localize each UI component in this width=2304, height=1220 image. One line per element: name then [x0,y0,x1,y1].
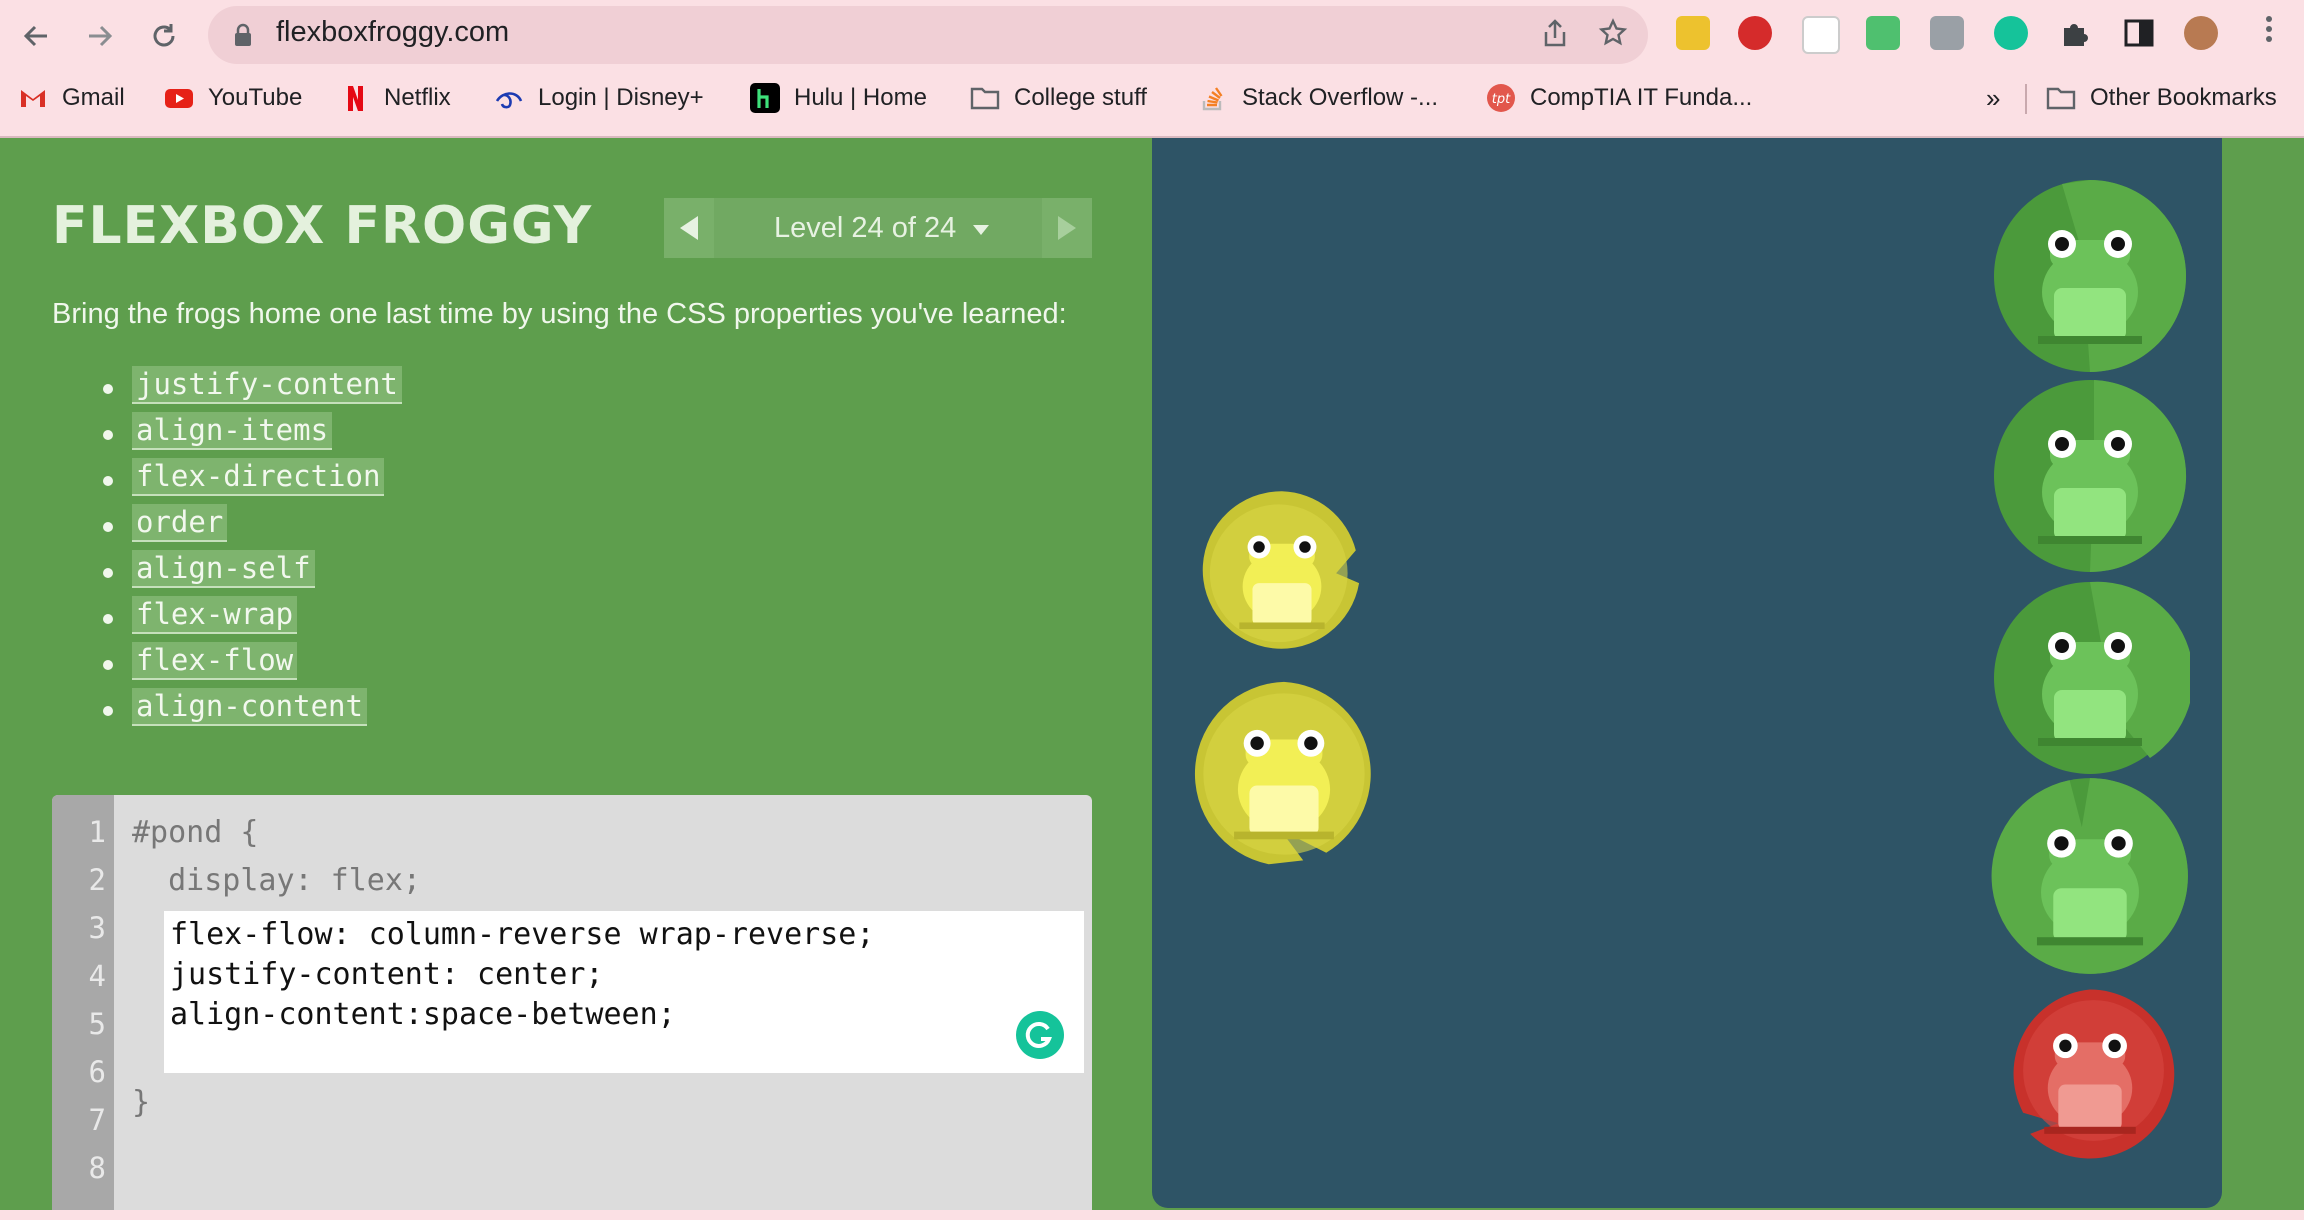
yellow-frog-icon [1202,491,1360,649]
bookmark-comptia[interactable]: tpt CompTIA IT Funda... [1486,80,1752,116]
code-line-closing-brace: } [132,1085,151,1120]
adblock-plus-icon[interactable] [1738,16,1772,50]
level-label[interactable]: Level 24 of 24 [774,212,956,245]
hulu-icon [750,83,780,113]
netflix-icon [348,86,363,111]
other-bookmarks-button[interactable]: Other Bookmarks [2046,80,2277,116]
bookmark-gmail[interactable]: Gmail [18,80,125,116]
browser-toolbar: flexboxfroggy.com Gmail YouTube Netflix … [0,0,2304,138]
stackoverflow-icon [1202,87,1223,111]
disney-plus-icon [495,92,523,109]
property-link[interactable]: flex-flow [132,642,298,680]
triangle-left-icon [680,216,698,240]
bookmark-netflix[interactable]: Netflix [340,80,451,116]
svg-text:tpt: tpt [1492,92,1511,107]
input-line: align-content:space-between; [170,997,676,1032]
bookmark-label: Other Bookmarks [2090,84,2277,111]
comptia-icon: tpt [1487,84,1515,112]
property-link[interactable]: flex-direction [132,458,385,496]
bookmark-disney[interactable]: Login | Disney+ [494,80,704,116]
grammarly-icon[interactable] [1994,16,2028,50]
line-number: 7 [88,1103,106,1137]
bookmark-label: YouTube [208,84,303,111]
bookmark-label: Gmail [62,84,125,111]
game-page: FLEXBOX FROGGY Level 24 of 24 Bring the … [0,138,2304,1210]
profile-avatar[interactable] [2184,16,2218,50]
game-title: FLEXBOX FROGGY [52,196,593,256]
code-line-selector: #pond { [132,815,259,850]
next-level-button[interactable] [1042,198,1092,258]
instructions-text: Bring the frogs home one last time by us… [52,298,1067,330]
line-number: 1 [88,815,106,849]
property-link[interactable]: align-content [132,688,367,726]
folder-icon [2046,87,2076,110]
bookmark-label: Stack Overflow -... [1242,84,1439,111]
dropdown-caret-icon[interactable] [972,224,990,236]
red-lilypad-icon [2013,989,2175,1159]
extension-icon[interactable] [1802,16,1840,54]
puzzle-icon[interactable] [2058,16,2092,50]
yellow-frog-icon [1194,681,1371,865]
side-panel-icon[interactable] [2122,16,2156,50]
bookmark-divider [2025,84,2027,114]
property-link[interactable]: justify-content [132,366,402,404]
css-editor: 1 2 3 4 5 6 7 8 #pond { display: flex; f… [52,795,1092,1210]
line-number: 5 [88,1007,106,1041]
bookmark-label: Netflix [384,84,451,111]
line-number: 8 [88,1151,106,1185]
triangle-right-icon [1058,216,1076,240]
bottom-edge [0,1210,2304,1220]
menu-kebab-icon[interactable] [2252,14,2286,48]
previous-level-button[interactable] [664,198,714,258]
bookmark-youtube[interactable]: YouTube [164,80,302,116]
property-link[interactable]: align-self [132,550,315,588]
gmail-icon [21,90,45,107]
reload-icon[interactable] [142,14,186,58]
more-bookmarks-button[interactable]: » [1986,80,2000,116]
property-link[interactable]: flex-wrap [132,596,298,634]
chevron-double-right-icon: » [1986,82,2001,113]
green-lilypad-icon [1994,581,2190,774]
2048-icon[interactable] [1676,16,1710,50]
bookmark-hulu[interactable]: Hulu | Home [750,80,927,116]
bookmark-label: Login | Disney+ [538,84,704,111]
property-link[interactable]: align-items [132,412,333,450]
green-lilypad-icon [1994,380,2187,572]
code-line-display: display: flex; [132,863,421,898]
back-icon[interactable] [14,14,58,58]
url-text: flexboxfroggy.com [276,16,510,48]
css-input-textarea[interactable]: flex-flow: column-reverse wrap-reverse; … [164,911,1084,1073]
youtube-icon [165,89,193,108]
line-number: 2 [88,863,106,897]
bookmark-college-stuff[interactable]: College stuff [970,80,1147,116]
input-line: flex-flow: column-reverse wrap-reverse; [170,917,875,952]
bookmark-label: CompTIA IT Funda... [1530,84,1753,111]
line-number: 6 [88,1055,106,1089]
input-line: justify-content: center; [170,957,604,992]
bookmark-label: Hulu | Home [794,84,927,111]
grammarly-icon[interactable] [1016,1011,1064,1059]
extension-icon[interactable] [1866,16,1900,50]
bookmark-label: College stuff [1014,84,1147,111]
folder-icon [970,87,1000,110]
line-number: 4 [88,959,106,993]
address-bar[interactable]: flexboxfroggy.com [208,6,1648,64]
green-lilypad-icon [1994,180,2186,372]
property-link[interactable]: order [132,504,228,542]
bookmark-stack-overflow[interactable]: Stack Overflow -... [1198,80,1438,116]
line-number-gutter: 1 2 3 4 5 6 7 8 [52,795,114,1210]
extension-icon[interactable] [1930,16,1964,50]
pond-board [1152,138,2222,1208]
share-icon[interactable] [1538,18,1572,52]
line-number: 3 [88,911,106,945]
green-lilypad-icon [1991,778,2188,974]
forward-icon[interactable] [78,14,122,58]
level-selector[interactable]: Level 24 of 24 [664,198,1092,258]
bookmark-star-icon[interactable] [1596,18,1630,52]
lock-icon [235,23,251,46]
